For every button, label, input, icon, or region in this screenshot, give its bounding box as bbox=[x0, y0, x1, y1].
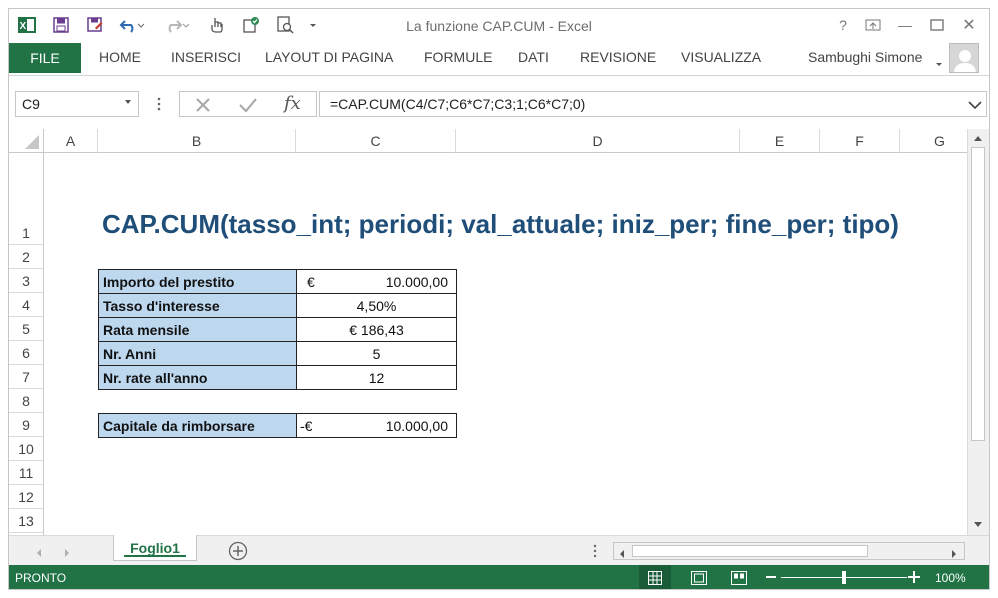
vertical-scroll-thumb[interactable] bbox=[971, 147, 985, 441]
row-header-12[interactable]: 12 bbox=[9, 485, 44, 509]
next-sheet-icon[interactable] bbox=[63, 545, 71, 563]
ribbon-tabs: FILE HOME INSERISCI LAYOUT DI PAGINA FOR… bbox=[9, 43, 989, 75]
tab-revisione[interactable]: REVISIONE bbox=[580, 49, 656, 65]
value-tasso[interactable]: 4,50% bbox=[296, 293, 457, 318]
normal-view-icon bbox=[648, 571, 662, 585]
status-mode: PRONTO bbox=[15, 571, 67, 585]
column-header-f[interactable]: F bbox=[820, 129, 900, 153]
formula-input[interactable]: =CAP.CUM(C4/C7;C6*C7;C3;1;C6*C7;0) bbox=[319, 91, 987, 117]
column-header-a[interactable]: A bbox=[44, 129, 98, 153]
name-box-chevron-down-icon[interactable] bbox=[124, 98, 132, 109]
fx-icon[interactable]: fx bbox=[284, 93, 301, 114]
row-header-10[interactable]: 10 bbox=[9, 437, 44, 461]
expand-formula-chevron-down-icon[interactable] bbox=[968, 98, 982, 116]
page-break-icon[interactable] bbox=[731, 571, 747, 588]
row-header-13[interactable]: 13 bbox=[9, 509, 44, 533]
normal-view-button[interactable] bbox=[639, 565, 671, 589]
name-box-value: C9 bbox=[22, 96, 40, 112]
page-layout-icon[interactable] bbox=[691, 571, 707, 588]
avatar-icon[interactable] bbox=[949, 43, 979, 73]
user-name[interactable]: Sambughi Simone bbox=[808, 49, 922, 65]
vertical-scrollbar[interactable] bbox=[967, 129, 989, 535]
excel-window: X La funzione CAP.CUM - Excel ? — ✕ FILE… bbox=[8, 8, 990, 590]
horizontal-scroll-thumb[interactable] bbox=[632, 545, 868, 557]
label-rata[interactable]: Rata mensile bbox=[98, 317, 297, 342]
row-header-3[interactable]: 3 bbox=[9, 269, 44, 293]
scroll-down-icon[interactable] bbox=[970, 517, 986, 533]
column-header-c[interactable]: C bbox=[296, 129, 456, 153]
split-handle-icon[interactable] bbox=[593, 544, 597, 563]
row-header-6[interactable]: 6 bbox=[9, 341, 44, 365]
help-button[interactable]: ? bbox=[831, 15, 855, 35]
row-header-2[interactable]: 2 bbox=[9, 245, 44, 269]
value-capitale[interactable]: -€ 10.000,00 bbox=[296, 413, 457, 438]
value-importo[interactable]: € 10.000,00 bbox=[296, 269, 457, 294]
status-bar: PRONTO 100% bbox=[9, 565, 989, 589]
amount-importo: 10.000,00 bbox=[385, 273, 448, 290]
prev-sheet-icon[interactable] bbox=[35, 545, 43, 563]
name-box[interactable]: C9 bbox=[15, 91, 139, 117]
zoom-in-icon[interactable] bbox=[907, 570, 921, 587]
value-anni[interactable]: 5 bbox=[296, 341, 457, 366]
user-chevron-down-icon[interactable] bbox=[935, 55, 943, 73]
value-rata[interactable]: € 186,43 bbox=[296, 317, 457, 342]
zoom-level[interactable]: 100% bbox=[935, 571, 966, 585]
label-anni[interactable]: Nr. Anni bbox=[98, 341, 297, 366]
label-tasso[interactable]: Tasso d'interesse bbox=[98, 293, 297, 318]
file-tab[interactable]: FILE bbox=[9, 43, 81, 73]
row-header-1[interactable]: 1 bbox=[9, 153, 44, 245]
zoom-slider-thumb[interactable] bbox=[842, 571, 846, 584]
horizontal-scrollbar[interactable] bbox=[613, 542, 965, 560]
formula-bar: C9 fx =CAP.CUM(C4/C7;C6*C7;C3;1;C6*C7;0) bbox=[9, 76, 989, 132]
scroll-up-icon[interactable] bbox=[970, 130, 986, 146]
sheet-tabs-bar: Foglio1 bbox=[9, 535, 989, 565]
tab-visualizza[interactable]: VISUALIZZA bbox=[681, 49, 761, 65]
tab-inserisci[interactable]: INSERISCI bbox=[171, 49, 241, 65]
enter-icon[interactable] bbox=[238, 96, 258, 119]
maximize-icon[interactable] bbox=[925, 15, 949, 35]
scroll-left-icon[interactable] bbox=[618, 546, 626, 564]
column-header-g[interactable]: G bbox=[900, 129, 967, 153]
worksheet-grid[interactable]: A B C D E F G 1 2 3 4 5 6 7 8 9 10 11 12… bbox=[9, 129, 967, 535]
amount-capitale: 10.000,00 bbox=[385, 417, 448, 434]
currency-importo: € bbox=[307, 273, 315, 290]
add-sheet-icon[interactable] bbox=[228, 541, 248, 566]
value-rate[interactable]: 12 bbox=[296, 365, 457, 390]
minimize-button[interactable]: — bbox=[893, 15, 917, 35]
row-header-8[interactable]: 8 bbox=[9, 389, 44, 413]
row-header-11[interactable]: 11 bbox=[9, 461, 44, 485]
column-header-d[interactable]: D bbox=[456, 129, 740, 153]
column-header-e[interactable]: E bbox=[740, 129, 820, 153]
select-all-corner[interactable] bbox=[9, 129, 44, 153]
scroll-right-icon[interactable] bbox=[950, 546, 958, 564]
row-header-7[interactable]: 7 bbox=[9, 365, 44, 389]
formula-text: =CAP.CUM(C4/C7;C6*C7;C3;1;C6*C7;0) bbox=[330, 96, 586, 112]
title-bar: X La funzione CAP.CUM - Excel ? — ✕ bbox=[9, 9, 989, 43]
sheet-title: CAP.CUM(tasso_int; periodi; val_attuale;… bbox=[102, 209, 899, 239]
currency-capitale: -€ bbox=[300, 417, 313, 434]
tab-formule[interactable]: FORMULE bbox=[424, 49, 492, 65]
formula-buttons: fx bbox=[179, 91, 317, 117]
sheet-tab-foglio1[interactable]: Foglio1 bbox=[113, 535, 197, 561]
row-header-9[interactable]: 9 bbox=[9, 413, 44, 437]
label-rate[interactable]: Nr. rate all'anno bbox=[98, 365, 297, 390]
tab-layout-di-pagina[interactable]: LAYOUT DI PAGINA bbox=[265, 49, 393, 65]
cancel-icon[interactable] bbox=[194, 96, 212, 119]
zoom-out-icon[interactable] bbox=[765, 569, 777, 589]
more-icon[interactable] bbox=[157, 96, 161, 117]
tab-home[interactable]: HOME bbox=[99, 49, 141, 65]
row-header-5[interactable]: 5 bbox=[9, 317, 44, 341]
label-importo[interactable]: Importo del prestito bbox=[98, 269, 297, 294]
tab-dati[interactable]: DATI bbox=[518, 49, 549, 65]
restore-icon[interactable] bbox=[861, 15, 885, 35]
row-header-4[interactable]: 4 bbox=[9, 293, 44, 317]
close-button[interactable]: ✕ bbox=[957, 15, 981, 35]
column-header-b[interactable]: B bbox=[98, 129, 296, 153]
label-capitale[interactable]: Capitale da rimborsare bbox=[98, 413, 297, 438]
